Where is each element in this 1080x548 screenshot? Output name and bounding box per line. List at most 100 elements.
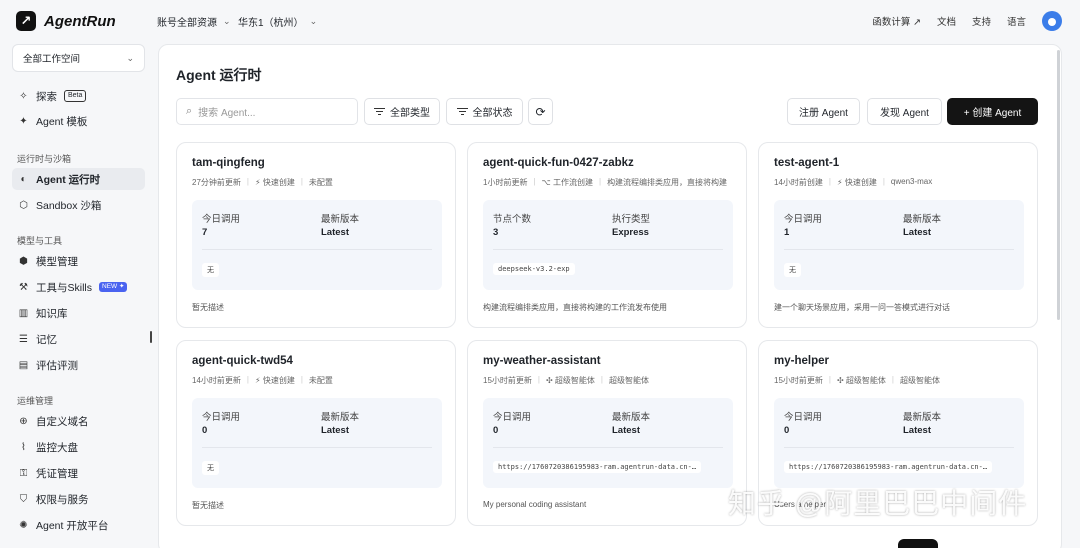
function-compute-link[interactable]: 函数计算 ↗	[872, 14, 921, 28]
sidebar-item-agent-runtime[interactable]: ◐ Agent 运行时	[12, 168, 145, 190]
chevron-down-icon: ⌄	[309, 16, 318, 26]
sidebar-item-evaluation[interactable]: ▤ 评估评测	[12, 354, 145, 376]
filter-icon	[374, 106, 385, 117]
sidebar-item-explore[interactable]: ✧ 探索 Beta	[12, 85, 145, 107]
agent-card[interactable]: my-weather-assistant 15小时前更新 | ✣ 超级智能体 | 超…	[467, 340, 747, 526]
stat-left-label: 今日调用	[784, 214, 823, 225]
endpoint-tag: https://1760720386195983-ram.agentrun-da…	[493, 461, 702, 473]
agent-card[interactable]: agent-quick-fun-0427-zabkz 1小时前更新 | ⌥ 工作流…	[467, 142, 747, 328]
register-agent-button[interactable]: 注册 Agent	[787, 98, 860, 125]
watermark: 知乎 @阿里巴巴中间件	[728, 488, 1028, 519]
sidebar-item-label: Agent 运行时	[36, 173, 101, 186]
account-scope-select[interactable]: 账号全部资源 ⌄	[157, 14, 231, 29]
beta-badge: Beta	[64, 90, 87, 102]
support-link[interactable]: 支持	[972, 14, 991, 28]
region-select[interactable]: 华东1（杭州） ⌄	[238, 14, 317, 29]
sidebar-item-model-management[interactable]: ⬢ 模型管理	[12, 250, 145, 272]
model-name: 未配置	[308, 178, 333, 187]
status-filter-button[interactable]: 全部状态	[446, 98, 523, 125]
sidebar-item-sandbox[interactable]: ⬡ Sandbox 沙箱	[12, 194, 145, 216]
sidebar-item-label: 凭证管理	[36, 467, 78, 480]
top-bar: ↗ AgentRun 账号全部资源 ⌄ 华东1（杭州） ⌄ 函数计算 ↗ 文档 …	[0, 0, 1080, 42]
agent-meta: 15小时前更新 | ✣ 超级智能体 | 超级智能体	[483, 375, 649, 385]
app-logo[interactable]: ↗ AgentRun	[16, 11, 116, 31]
sidebar-item-memory[interactable]: ☰ 记忆	[12, 328, 145, 350]
main-panel: Agent 运行时 ⌕ 搜索 Agent... 全部类型 全部状态 ⟳ 注册 A…	[158, 44, 1062, 548]
stat-right-value: Latest	[903, 227, 931, 238]
model-name: 超级智能体	[900, 376, 940, 385]
key-icon: ⚿	[19, 467, 28, 479]
sidebar-item-open-platform[interactable]: ✺ Agent 开放平台	[12, 514, 145, 536]
create-agent-button[interactable]: + 创建 Agent	[947, 98, 1038, 125]
update-time: 14小时前更新	[192, 376, 241, 385]
sidebar-item-knowledge[interactable]: ▥ 知识库	[12, 302, 145, 324]
divider	[784, 447, 1014, 448]
stat-right-label: 最新版本	[321, 412, 360, 423]
agent-card[interactable]: test-agent-1 14小时前创建 | ⚡ 快速创建 | qwen3-max …	[758, 142, 1038, 328]
create-kind: ⚡ 快速创建	[836, 178, 877, 187]
stat-right-value: Latest	[612, 425, 640, 436]
shield-icon: ⛉	[19, 493, 28, 505]
agent-card[interactable]: tam-qingfeng 27分钟前更新 | ⚡ 快速创建 | 未配置 今日调用 最…	[176, 142, 456, 328]
docs-link[interactable]: 文档	[937, 14, 956, 28]
main-scrollbar[interactable]	[1057, 50, 1060, 320]
update-time: 15小时前更新	[483, 376, 532, 385]
sidebar-item-label: Agent 模板	[36, 115, 88, 128]
stat-right-label: 执行类型	[612, 214, 651, 225]
nav-group-runtime: 运行时与沙箱	[17, 154, 72, 164]
sidebar-item-agent-templates[interactable]: ✦ Agent 模板	[12, 110, 145, 132]
sidebar-item-monitor[interactable]: ⌇ 监控大盘	[12, 436, 145, 458]
refresh-button[interactable]: ⟳	[528, 98, 553, 125]
agent-description: My personal coding assistant	[483, 500, 587, 509]
agent-description: 构建流程编排类应用，直接将构建的工作流发布使用	[483, 303, 667, 312]
template-icon: ✦	[19, 115, 28, 127]
app-name: AgentRun	[44, 12, 116, 30]
agent-description: 暂无描述	[192, 303, 224, 312]
stats-panel: 节点个数 执行类型 3 Express deepseek-v3.2-exp	[483, 200, 733, 290]
stat-left-value: 1	[784, 227, 790, 238]
search-box[interactable]: ⌕ 搜索 Agent...	[176, 98, 358, 125]
agent-description: 暂无描述	[192, 501, 224, 510]
sidebar-item-label: 探索	[36, 90, 57, 103]
refresh-icon: ⟳	[535, 104, 546, 119]
agent-name: my-weather-assistant	[483, 355, 601, 367]
nav-group-ops: 运维管理	[17, 396, 54, 406]
divider	[784, 249, 1014, 250]
stat-left-label: 今日调用	[784, 412, 823, 423]
stat-right-label: 最新版本	[612, 412, 651, 423]
discover-agent-button[interactable]: 发现 Agent	[867, 98, 942, 125]
search-input[interactable]: 搜索 Agent...	[198, 104, 255, 119]
sidebar-scroll-handle[interactable]	[150, 331, 152, 343]
floating-action-button[interactable]	[898, 539, 938, 548]
platform-icon: ✺	[19, 519, 28, 531]
divider	[493, 249, 723, 250]
sidebar-item-label: 权限与服务	[36, 493, 89, 506]
language-link[interactable]: 语言	[1007, 14, 1026, 28]
sidebar-item-custom-domain[interactable]: ⊕ 自定义域名	[12, 410, 145, 432]
agent-meta: 15小时前更新 | ✣ 超级智能体 | 超级智能体	[774, 375, 940, 385]
status-filter-label: 全部状态	[472, 108, 513, 119]
agent-card[interactable]: agent-quick-twd54 14小时前更新 | ⚡ 快速创建 | 未配置 今…	[176, 340, 456, 526]
agent-name: test-agent-1	[774, 157, 840, 169]
sidebar-item-label: 知识库	[36, 307, 68, 320]
workspace-select[interactable]: 全部工作空间 ⌄	[12, 44, 145, 72]
globe-icon: ⊕	[19, 415, 28, 427]
divider	[493, 447, 723, 448]
agentrun-logo-icon: ↗	[16, 11, 36, 31]
model-name: 未配置	[308, 376, 333, 385]
agent-name: agent-quick-fun-0427-zabkz	[483, 157, 634, 169]
stat-right-value: Express	[612, 227, 649, 238]
sidebar-item-credentials[interactable]: ⚿ 凭证管理	[12, 462, 145, 484]
explore-icon: ✧	[19, 90, 28, 102]
model-tag: deepseek-v3.2-exp	[493, 263, 575, 275]
tools-icon: ⚒	[19, 281, 28, 293]
runtime-icon: ◐	[20, 173, 27, 185]
stat-left-value: 0	[493, 425, 499, 436]
user-avatar[interactable]	[1042, 11, 1062, 31]
type-filter-button[interactable]: 全部类型	[364, 98, 440, 125]
stat-left-label: 今日调用	[202, 412, 241, 423]
sidebar-item-label: 监控大盘	[36, 441, 78, 454]
sidebar-item-tools-skills[interactable]: ⚒ 工具与Skills NEW ✦	[12, 276, 145, 298]
cube-icon: ⬡	[19, 199, 28, 211]
sidebar-item-permissions[interactable]: ⛉ 权限与服务	[12, 488, 145, 510]
